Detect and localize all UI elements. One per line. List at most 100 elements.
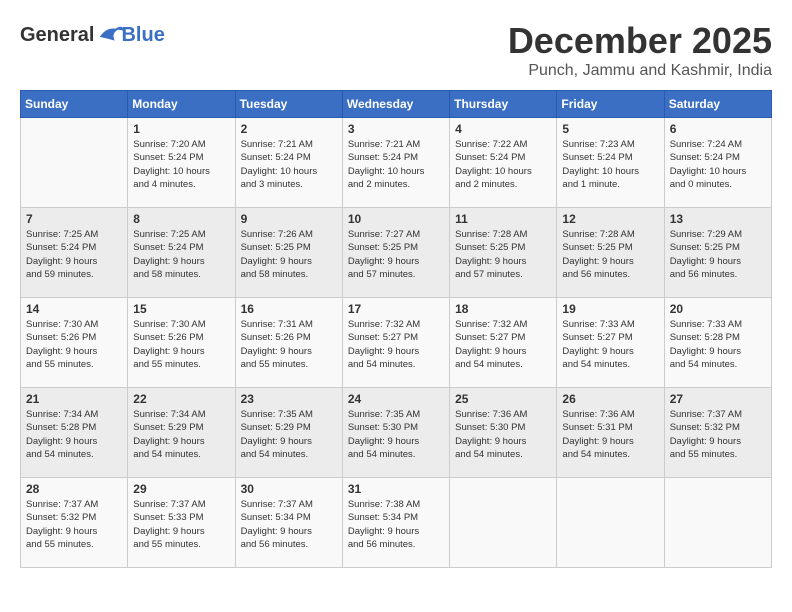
calendar-table: SundayMondayTuesdayWednesdayThursdayFrid… [20, 90, 772, 568]
day-info: Sunrise: 7:24 AM Sunset: 5:24 PM Dayligh… [670, 138, 766, 191]
day-info: Sunrise: 7:37 AM Sunset: 5:34 PM Dayligh… [241, 498, 337, 551]
logo-blue: Blue [121, 24, 164, 47]
day-info: Sunrise: 7:36 AM Sunset: 5:30 PM Dayligh… [455, 408, 551, 461]
day-number: 21 [26, 392, 122, 406]
week-row-1: 1Sunrise: 7:20 AM Sunset: 5:24 PM Daylig… [21, 118, 772, 208]
cell-week2-day7: 13 Sunrise: 7:29 AM Sunset: 5:25 PM Dayli… [664, 208, 771, 298]
day-number: 8 [133, 212, 229, 226]
cell-week3-day3: 16Sunrise: 7:31 AM Sunset: 5:26 PM Dayli… [235, 298, 342, 388]
day-number: 5 [562, 122, 658, 136]
cell-week4-day3: 23 Sunrise: 7:35 AM Sunset: 5:29 PM Dayli… [235, 388, 342, 478]
cell-week4-day4: 24Sunrise: 7:35 AM Sunset: 5:30 PM Dayli… [342, 388, 449, 478]
cell-week1-day6: 5 Sunrise: 7:23 AM Sunset: 5:24 PM Daylig… [557, 118, 664, 208]
month-title: December 2025 [508, 20, 772, 62]
cell-week3-day1: 14Sunrise: 7:30 AM Sunset: 5:26 PM Dayli… [21, 298, 128, 388]
cell-week5-day2: 29 Sunrise: 7:37 AM Sunset: 5:33 PM Dayli… [128, 478, 235, 568]
day-info: Sunrise: 7:26 AM Sunset: 5:25 PM Dayligh… [241, 228, 337, 281]
cell-week3-day7: 20 Sunrise: 7:33 AM Sunset: 5:28 PM Dayli… [664, 298, 771, 388]
week-row-4: 21 Sunrise: 7:34 AM Sunset: 5:28 PM Dayli… [21, 388, 772, 478]
title-area: December 2025 Punch, Jammu and Kashmir, … [508, 20, 772, 80]
day-info: Sunrise: 7:37 AM Sunset: 5:32 PM Dayligh… [670, 408, 766, 461]
cell-week5-day3: 30Sunrise: 7:37 AM Sunset: 5:34 PM Dayli… [235, 478, 342, 568]
day-number: 15 [133, 302, 229, 316]
day-number: 20 [670, 302, 766, 316]
day-number: 14 [26, 302, 122, 316]
cell-week3-day5: 18 Sunrise: 7:32 AM Sunset: 5:27 PM Dayli… [450, 298, 557, 388]
day-info: Sunrise: 7:35 AM Sunset: 5:30 PM Dayligh… [348, 408, 444, 461]
day-info: Sunrise: 7:32 AM Sunset: 5:27 PM Dayligh… [348, 318, 444, 371]
day-number: 28 [26, 482, 122, 496]
day-number: 10 [348, 212, 444, 226]
day-info: Sunrise: 7:21 AM Sunset: 5:24 PM Dayligh… [241, 138, 337, 191]
cell-week3-day4: 17Sunrise: 7:32 AM Sunset: 5:27 PM Dayli… [342, 298, 449, 388]
day-info: Sunrise: 7:35 AM Sunset: 5:29 PM Dayligh… [241, 408, 337, 461]
cell-week1-day4: 3 Sunrise: 7:21 AM Sunset: 5:24 PM Daylig… [342, 118, 449, 208]
logo: General Blue [20, 20, 165, 50]
day-info: Sunrise: 7:34 AM Sunset: 5:28 PM Dayligh… [26, 408, 122, 461]
day-number: 22 [133, 392, 229, 406]
day-number: 19 [562, 302, 658, 316]
day-number: 7 [26, 212, 122, 226]
cell-week1-day7: 6 Sunrise: 7:24 AM Sunset: 5:24 PM Daylig… [664, 118, 771, 208]
day-number: 1 [133, 122, 229, 136]
cell-week4-day6: 26Sunrise: 7:36 AM Sunset: 5:31 PM Dayli… [557, 388, 664, 478]
day-number: 3 [348, 122, 444, 136]
day-info: Sunrise: 7:21 AM Sunset: 5:24 PM Dayligh… [348, 138, 444, 191]
day-number: 31 [348, 482, 444, 496]
header-wednesday: Wednesday [342, 91, 449, 118]
calendar-header-row: SundayMondayTuesdayWednesdayThursdayFrid… [21, 91, 772, 118]
cell-week1-day3: 2Sunrise: 7:21 AM Sunset: 5:24 PM Daylig… [235, 118, 342, 208]
day-info: Sunrise: 7:37 AM Sunset: 5:33 PM Dayligh… [133, 498, 229, 551]
header: General Blue December 2025 Punch, Jammu … [20, 20, 772, 80]
day-info: Sunrise: 7:29 AM Sunset: 5:25 PM Dayligh… [670, 228, 766, 281]
header-saturday: Saturday [664, 91, 771, 118]
day-number: 12 [562, 212, 658, 226]
day-info: Sunrise: 7:32 AM Sunset: 5:27 PM Dayligh… [455, 318, 551, 371]
day-number: 27 [670, 392, 766, 406]
day-info: Sunrise: 7:33 AM Sunset: 5:28 PM Dayligh… [670, 318, 766, 371]
day-info: Sunrise: 7:28 AM Sunset: 5:25 PM Dayligh… [562, 228, 658, 281]
header-tuesday: Tuesday [235, 91, 342, 118]
cell-week2-day6: 12 Sunrise: 7:28 AM Sunset: 5:25 PM Dayli… [557, 208, 664, 298]
cell-week4-day1: 21 Sunrise: 7:34 AM Sunset: 5:28 PM Dayli… [21, 388, 128, 478]
day-number: 29 [133, 482, 229, 496]
cell-week1-day5: 4 Sunrise: 7:22 AM Sunset: 5:24 PM Daylig… [450, 118, 557, 208]
day-info: Sunrise: 7:22 AM Sunset: 5:24 PM Dayligh… [455, 138, 551, 191]
week-row-2: 7 Sunrise: 7:25 AM Sunset: 5:24 PM Daylig… [21, 208, 772, 298]
week-row-3: 14 Sunrise: 7:30 AM Sunset: 5:26 PM Dayli… [21, 298, 772, 388]
cell-week5-day4: 31Sunrise: 7:38 AM Sunset: 5:34 PM Dayli… [342, 478, 449, 568]
day-info: Sunrise: 7:28 AM Sunset: 5:25 PM Dayligh… [455, 228, 551, 281]
cell-week1-day2: 1Sunrise: 7:20 AM Sunset: 5:24 PM Daylig… [128, 118, 235, 208]
day-number: 4 [455, 122, 551, 136]
header-thursday: Thursday [450, 91, 557, 118]
day-info: Sunrise: 7:34 AM Sunset: 5:29 PM Dayligh… [133, 408, 229, 461]
day-number: 11 [455, 212, 551, 226]
calendar-body: 1Sunrise: 7:20 AM Sunset: 5:24 PM Daylig… [21, 118, 772, 568]
day-number: 9 [241, 212, 337, 226]
cell-week2-day4: 10Sunrise: 7:27 AM Sunset: 5:25 PM Dayli… [342, 208, 449, 298]
day-info: Sunrise: 7:31 AM Sunset: 5:26 PM Dayligh… [241, 318, 337, 371]
day-number: 25 [455, 392, 551, 406]
day-info: Sunrise: 7:25 AM Sunset: 5:24 PM Dayligh… [133, 228, 229, 281]
cell-week5-day6 [557, 478, 664, 568]
cell-week2-day3: 9 Sunrise: 7:26 AM Sunset: 5:25 PM Daylig… [235, 208, 342, 298]
day-number: 13 [670, 212, 766, 226]
day-info: Sunrise: 7:25 AM Sunset: 5:24 PM Dayligh… [26, 228, 122, 281]
week-row-5: 28Sunrise: 7:37 AM Sunset: 5:32 PM Dayli… [21, 478, 772, 568]
day-info: Sunrise: 7:23 AM Sunset: 5:24 PM Dayligh… [562, 138, 658, 191]
day-info: Sunrise: 7:30 AM Sunset: 5:26 PM Dayligh… [133, 318, 229, 371]
header-monday: Monday [128, 91, 235, 118]
cell-week5-day1: 28Sunrise: 7:37 AM Sunset: 5:32 PM Dayli… [21, 478, 128, 568]
cell-week4-day2: 22 Sunrise: 7:34 AM Sunset: 5:29 PM Dayli… [128, 388, 235, 478]
day-number: 23 [241, 392, 337, 406]
cell-week4-day5: 25 Sunrise: 7:36 AM Sunset: 5:30 PM Dayli… [450, 388, 557, 478]
day-number: 6 [670, 122, 766, 136]
location-title: Punch, Jammu and Kashmir, India [508, 62, 772, 80]
logo-general: General [20, 24, 94, 47]
day-number: 26 [562, 392, 658, 406]
header-sunday: Sunday [21, 91, 128, 118]
day-number: 18 [455, 302, 551, 316]
cell-week2-day1: 7 Sunrise: 7:25 AM Sunset: 5:24 PM Daylig… [21, 208, 128, 298]
cell-week4-day7: 27 Sunrise: 7:37 AM Sunset: 5:32 PM Dayli… [664, 388, 771, 478]
cell-week2-day5: 11 Sunrise: 7:28 AM Sunset: 5:25 PM Dayli… [450, 208, 557, 298]
